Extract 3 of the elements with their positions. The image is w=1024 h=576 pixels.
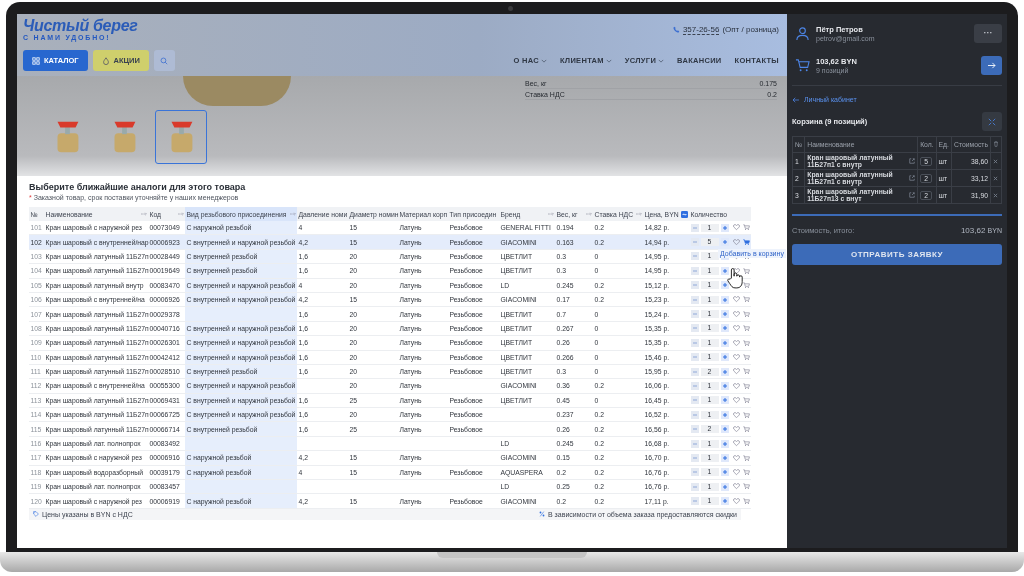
total-value: 103,62	[960, 226, 986, 235]
phone-note: (Опт / розница)	[722, 25, 779, 34]
section-title: Выберите ближайшие аналоги для этого товара	[29, 182, 247, 192]
